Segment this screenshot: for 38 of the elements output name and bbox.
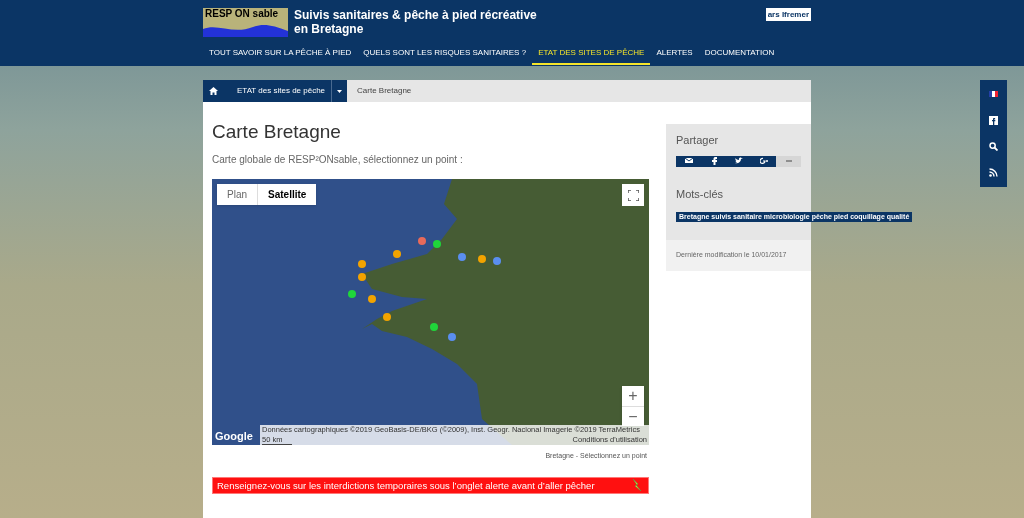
caret-icon	[337, 89, 343, 93]
flag-icon[interactable]	[989, 90, 998, 99]
fullscreen-button[interactable]	[622, 184, 644, 206]
nav-tab[interactable]: DOCUMENTATION	[698, 47, 781, 65]
home-link[interactable]	[203, 80, 223, 102]
breadcrumb-current: Carte Bretagne	[357, 85, 412, 97]
search-icon[interactable]	[989, 142, 998, 151]
facebook-icon[interactable]	[989, 116, 998, 125]
nav-tab[interactable]: TOUT SAVOIR SUR LA PÊCHE À PIED	[203, 47, 358, 65]
lightning-icon	[632, 479, 642, 491]
intro-text: Carte globale de RESP²ONsable, sélectionnez un point :	[212, 153, 464, 167]
more-icon	[784, 157, 793, 165]
site-logo[interactable]: RESP ON sable	[203, 8, 288, 37]
share-button[interactable]	[751, 155, 776, 167]
twitter-icon	[734, 157, 743, 165]
map-type-tab[interactable]: Plan	[217, 184, 258, 205]
alert-banner: Renseignez-vous sur les interdictions temporaires sous l’onglet alerte avant d’aller pêcher	[212, 476, 649, 494]
share-heading: Partager	[676, 133, 720, 148]
zoom-in-button[interactable]: +	[622, 386, 644, 406]
nav-tab[interactable]: QUELS SONT LES RISQUES SANITAIRES ?	[357, 47, 533, 65]
rss-icon[interactable]	[989, 168, 998, 177]
keywords-heading: Mots-clés	[676, 186, 725, 202]
breadcrumb-link[interactable]: ETAT des sites de pêche	[223, 80, 332, 102]
email-icon	[684, 157, 693, 165]
site-title: Suivis sanitaires & pêche à pied récréative en Bretagne	[294, 8, 538, 36]
logo-text: RESP ON sable	[205, 8, 279, 20]
breadcrumb-dropdown[interactable]	[331, 80, 348, 102]
map-type-tab[interactable]: Satellite	[258, 184, 317, 205]
home-icon	[208, 87, 218, 95]
google-plus-icon	[759, 157, 768, 165]
partner-logo[interactable]: ars Ifremer	[765, 8, 811, 21]
page-title: Carte Bretagne	[212, 121, 342, 143]
nav-tab[interactable]: ALERTES	[650, 47, 699, 65]
facebook-icon	[709, 157, 718, 165]
fullscreen-icon	[627, 189, 639, 201]
share-button[interactable]	[676, 155, 701, 167]
google-logo: Google	[215, 428, 253, 444]
nav-tab[interactable]: ETAT DES SITES DE PÊCHE	[532, 47, 651, 65]
